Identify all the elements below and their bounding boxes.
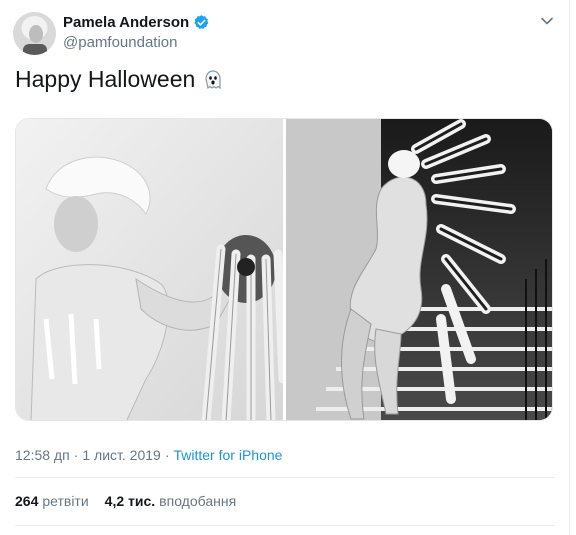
meta-separator: · <box>164 447 170 463</box>
photo-right[interactable] <box>286 119 552 420</box>
chevron-down-icon[interactable] <box>540 14 554 28</box>
author-name-row[interactable]: Pamela Anderson <box>63 14 210 31</box>
likes-count: 4,2 тис. <box>104 493 156 509</box>
tweet-meta: 12:58 дп · 1 лист. 2019 · Twitter for iP… <box>15 447 282 463</box>
likes-stat[interactable]: 4,2 тис. вподобання <box>105 493 236 509</box>
tweet-time[interactable]: 12:58 дп <box>15 447 70 463</box>
tweet-stats: 264 ретвіти 4,2 тис. вподобання <box>15 493 252 509</box>
media-grid <box>15 118 553 421</box>
divider <box>15 477 555 478</box>
tweet-source-link[interactable]: Twitter for iPhone <box>173 447 282 463</box>
avatar[interactable] <box>13 12 56 55</box>
tweet-text: Happy Halloween <box>15 66 196 92</box>
photo-left[interactable] <box>16 119 283 420</box>
likes-label: вподобання <box>159 493 237 509</box>
divider <box>15 525 555 526</box>
retweets-count: 264 <box>15 493 39 509</box>
verified-badge-icon <box>193 14 210 31</box>
tweet-date[interactable]: 1 лист. 2019 <box>82 447 160 463</box>
tweet-card: Pamela Anderson @pamfoundation Happy Hal… <box>0 0 576 535</box>
meta-separator: · <box>73 447 79 463</box>
retweets-label: ретвіти <box>42 493 89 509</box>
retweets-stat[interactable]: 264 ретвіти <box>15 493 89 509</box>
ghost-icon <box>201 68 225 92</box>
tweet-text-row: Happy Halloween <box>15 66 225 93</box>
author-display-name[interactable]: Pamela Anderson <box>63 14 189 31</box>
author-handle[interactable]: @pamfoundation <box>63 34 177 51</box>
